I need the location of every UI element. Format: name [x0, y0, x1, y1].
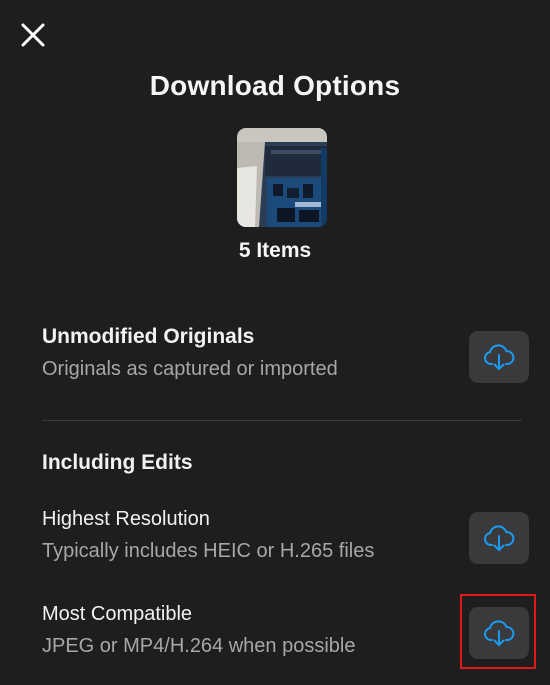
highest-resolution-title: Highest Resolution — [42, 508, 210, 530]
close-icon — [21, 23, 45, 47]
download-most-compatible-button[interactable] — [469, 607, 529, 659]
most-compatible-title: Most Compatible — [42, 603, 193, 625]
highest-resolution-subtitle: Typically includes HEIC or H.265 files — [42, 540, 375, 562]
including-edits-heading: Including Edits — [42, 451, 193, 474]
unmodified-originals-subtitle: Originals as captured or imported — [42, 358, 338, 380]
download-unmodified-originals-button[interactable] — [469, 331, 529, 383]
cloud-download-icon — [484, 344, 515, 370]
photo-thumbnail — [237, 128, 327, 227]
close-button[interactable] — [16, 18, 50, 52]
section-divider — [42, 420, 522, 421]
item-count: 5 Items — [238, 239, 312, 262]
download-highest-resolution-button[interactable] — [469, 512, 529, 564]
cloud-download-icon — [484, 620, 515, 646]
unmodified-originals-title: Unmodified Originals — [42, 325, 255, 348]
most-compatible-subtitle: JPEG or MP4/H.264 when possible — [42, 635, 356, 657]
dialog-title: Download Options — [149, 70, 401, 101]
cloud-download-icon — [484, 525, 515, 551]
